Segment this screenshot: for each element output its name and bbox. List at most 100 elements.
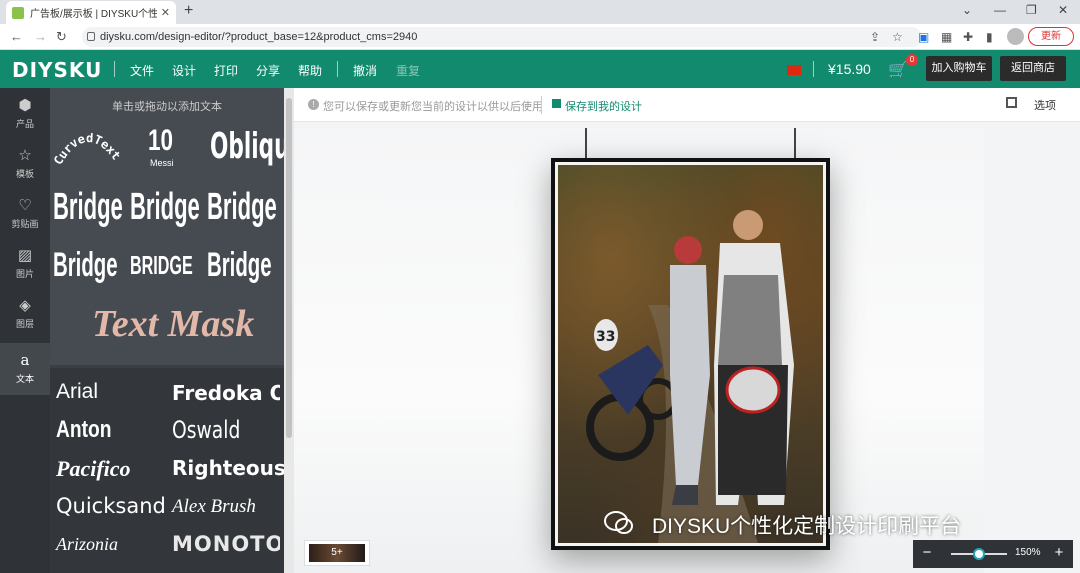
header-divider: [337, 61, 338, 77]
hanging-wire: [585, 128, 587, 158]
oblique-style[interactable]: Obliqu: [210, 126, 284, 167]
sidebar-item-products[interactable]: ⬢ 产品: [0, 88, 50, 138]
redo-button[interactable]: 重复: [396, 62, 420, 79]
lock-icon[interactable]: [87, 32, 95, 41]
couple-with-motorcycle-image: 33: [586, 210, 794, 543]
qr-code-icon[interactable]: [1006, 97, 1017, 108]
curved-text-label: CurvedText: [52, 131, 123, 168]
back-icon[interactable]: ←: [10, 29, 23, 44]
cube-icon: ⬢: [18, 97, 32, 114]
url-field[interactable]: diysku.com/design-editor/?product_base=1…: [82, 27, 922, 47]
page-thumbnail[interactable]: 5+: [304, 540, 370, 566]
profile-avatar[interactable]: [1007, 28, 1024, 45]
bridge-style-2[interactable]: Bridge: [130, 186, 200, 229]
curved-text-style[interactable]: CurvedText: [52, 122, 124, 172]
sidebar-item-text[interactable]: a 文本: [0, 343, 50, 395]
bridge-style-5[interactable]: Bridge: [207, 246, 272, 285]
scrollbar-thumb[interactable]: [286, 98, 292, 438]
bridge-style-3[interactable]: Bridge: [207, 186, 277, 229]
svg-text:CurvedText: CurvedText: [52, 131, 123, 168]
update-button[interactable]: 更新: [1028, 27, 1074, 46]
menu-print[interactable]: 打印: [214, 62, 238, 79]
design-photo[interactable]: 33: [558, 165, 823, 543]
text-icon: a: [20, 351, 30, 369]
tab-search-icon[interactable]: ⌄: [962, 3, 972, 17]
sidebar-item-label: 模板: [15, 169, 34, 179]
extensions-icon[interactable]: ✚: [963, 30, 973, 44]
font-alex-brush[interactable]: Alex Brush: [172, 496, 256, 518]
panel-scrollbar[interactable]: [284, 88, 294, 573]
sidebar-item-layers[interactable]: ◈ 图层: [0, 288, 50, 338]
sidebar-item-images[interactable]: ▨ 图片: [0, 238, 50, 288]
side-panel-icon[interactable]: ▮: [986, 30, 993, 44]
restore-icon[interactable]: ❐: [1026, 3, 1037, 17]
share-icon[interactable]: ⇪: [870, 30, 880, 44]
font-righteous[interactable]: Righteous: [172, 456, 284, 480]
close-tab-icon[interactable]: ✕: [161, 6, 170, 19]
layers-icon: ◈: [19, 297, 31, 314]
sidebar-item-clipart[interactable]: ♡ 剪贴画: [0, 188, 50, 238]
font-monoton[interactable]: MONOTON: [172, 532, 280, 556]
watermark-text: DIYSKU个性化定制设计印刷平台: [652, 515, 962, 538]
number-style[interactable]: 10: [148, 124, 173, 158]
zoom-control: − 150% +: [913, 540, 1073, 568]
forward-icon[interactable]: →: [34, 29, 47, 44]
save-icon[interactable]: [552, 99, 561, 108]
reload-icon[interactable]: ↻: [56, 29, 67, 45]
china-flag-icon[interactable]: [787, 65, 801, 75]
zoom-out-button[interactable]: −: [917, 544, 937, 561]
menu-design[interactable]: 设计: [172, 62, 196, 79]
font-list: Arial Fredoka One Anton Oswald Pacifico …: [50, 368, 284, 573]
cart-icon[interactable]: 🛒: [888, 60, 908, 80]
address-bar-row: ← → ↻ diysku.com/design-editor/?product_…: [0, 24, 1080, 50]
font-arial[interactable]: Arial: [56, 380, 98, 404]
menu-file[interactable]: 文件: [130, 62, 154, 79]
image-extension-icon[interactable]: ▦: [941, 30, 952, 44]
sidebar-item-label: 图片: [15, 269, 34, 279]
diysku-logo[interactable]: DIYSKU: [12, 58, 102, 82]
header-divider: [114, 61, 115, 77]
undo-button[interactable]: 撤消: [353, 62, 377, 79]
new-tab-icon[interactable]: +: [184, 2, 193, 20]
back-to-shop-button[interactable]: 返回商店: [1000, 56, 1066, 81]
svg-text:33: 33: [596, 329, 615, 345]
font-pacifico[interactable]: Pacifico: [56, 456, 131, 482]
font-arizonia[interactable]: Arizonia: [56, 534, 118, 555]
font-oswald[interactable]: Oswald: [172, 416, 240, 444]
sidebar-item-label: 图层: [15, 319, 34, 329]
sidebar-item-templates[interactable]: ☆ 模板: [0, 138, 50, 188]
bookmark-star-icon[interactable]: ☆: [892, 30, 903, 44]
number-style-caption: Messi: [150, 158, 174, 168]
browser-tab-strip: 广告板/展示板 | DIYSKU个性化定 ✕ + ⌄ — ❐ ✕: [0, 0, 1080, 24]
menu-help[interactable]: 帮助: [298, 62, 322, 79]
text-mask-style[interactable]: Text Mask: [92, 302, 254, 346]
zoom-level: 150%: [1015, 547, 1041, 558]
translate-icon[interactable]: ▣: [918, 30, 929, 44]
minimize-icon[interactable]: —: [994, 3, 1006, 17]
price-display: ¥15.90: [828, 61, 871, 77]
bridge-style-4[interactable]: Bridge: [53, 246, 118, 285]
save-to-my-designs-link[interactable]: 保存到我的设计: [565, 98, 642, 114]
zoom-in-button[interactable]: +: [1049, 544, 1069, 561]
options-button[interactable]: 选项: [1034, 97, 1056, 113]
font-anton[interactable]: Anton: [56, 416, 111, 444]
design-canvas: 33 DIYSKU个性化定制设计印刷平台 5+: [294, 122, 1080, 573]
bridge-style-1[interactable]: Bridge: [53, 186, 123, 229]
close-window-icon[interactable]: ✕: [1058, 3, 1068, 17]
sidebar-item-label: 产品: [15, 119, 34, 129]
image-icon: ▨: [17, 247, 33, 264]
font-quicksand[interactable]: Quicksand: [56, 494, 166, 518]
zoom-slider-handle[interactable]: [973, 548, 985, 560]
hanging-wire: [794, 128, 796, 158]
cart-count-badge: 0: [906, 54, 918, 66]
text-styles-panel: 单击或拖动以添加文本 CurvedText 10 Messi Obliqu Br…: [50, 88, 284, 573]
tool-sidebar: ⬢ 产品 ☆ 模板 ♡ 剪贴画 ▨ 图片 ◈ 图层 a 文本: [0, 88, 50, 573]
font-fredoka-one[interactable]: Fredoka One: [172, 381, 280, 405]
poster-frame[interactable]: 33: [551, 158, 830, 550]
add-to-cart-button[interactable]: 加入购物车: [926, 56, 992, 81]
info-icon: !: [308, 99, 319, 110]
browser-tab[interactable]: 广告板/展示板 | DIYSKU个性化定 ✕: [6, 1, 176, 24]
sidebar-item-label: 文本: [15, 374, 34, 384]
menu-share[interactable]: 分享: [256, 62, 280, 79]
bridge-caps-style[interactable]: BRIDGE: [130, 250, 193, 281]
